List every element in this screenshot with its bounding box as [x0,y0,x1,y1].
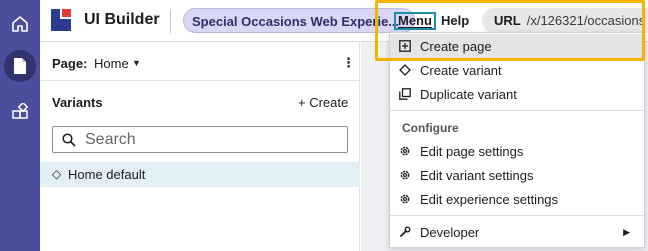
menu-item-create-variant[interactable]: Create variant [390,58,644,82]
variant-item-home-default[interactable]: ◇ Home default [40,162,360,187]
menu-item-label: Edit experience settings [420,191,559,207]
diamond-icon: ◇ [52,167,62,181]
search-box[interactable] [52,126,348,153]
menu-separator [390,110,644,111]
page-label: Page: [52,56,88,71]
create-variant-button[interactable]: + Create [298,95,348,110]
plus-square-icon [390,40,420,52]
variants-panel: Page: Home ▼ ⋮ Variants + Create ◇ Home … [40,42,360,251]
variants-heading: Variants [52,95,103,110]
menu-item-label: Duplicate variant [420,86,517,102]
widgets-icon [12,103,29,119]
gear-icon [390,169,420,181]
variant-label: Home default [68,167,146,182]
gear-icon [390,193,420,205]
help-button[interactable]: Help [441,13,469,28]
gear-icon [390,145,420,157]
widgets-nav-button[interactable] [4,96,36,128]
menu-item-label: Edit page settings [420,143,524,159]
diamond-icon [390,64,420,76]
search-icon [62,133,76,147]
submenu-arrow-icon: ▶ [623,226,630,237]
url-label: URL [494,13,521,28]
menu-item-edit-experience-settings[interactable]: Edit experience settings [390,187,644,211]
wrench-icon [390,226,420,238]
header-divider [170,9,171,33]
app-logo-icon [51,9,71,31]
left-nav-rail [0,0,40,251]
home-nav-button[interactable] [4,8,36,40]
search-input[interactable] [85,129,335,150]
pages-nav-button[interactable] [4,50,36,82]
page-select[interactable]: Home [94,56,129,71]
menu-item-label: Developer [420,224,480,240]
menu-item-edit-variant-settings[interactable]: Edit variant settings [390,163,644,187]
url-field[interactable]: URL/x/126321/occasions / [482,8,648,33]
caret-down-icon[interactable]: ▼ [132,58,141,68]
panel-divider [40,80,360,81]
menu-item-label: Edit variant settings [420,167,534,183]
menu-item-label: Create page [420,38,492,54]
experience-selector[interactable]: Special Occasions Web Experie... [183,8,415,33]
menu-item-label: Create variant [420,62,502,78]
copy-icon [390,88,420,100]
menu-item-create-page[interactable]: Create page [390,34,644,58]
more-options-icon[interactable]: ⋮ [342,55,355,71]
configure-section-heading: Configure [402,121,459,135]
menu-dropdown: Create page Create variant Duplicate var… [389,32,645,248]
document-icon [14,58,26,74]
menu-item-duplicate-variant[interactable]: Duplicate variant [390,82,644,106]
menu-button[interactable]: Menu [394,12,436,30]
menu-item-edit-page-settings[interactable]: Edit page settings [390,139,644,163]
url-value: /x/126321/occasions / [526,13,648,28]
app-title: UI Builder [84,11,160,28]
menu-item-developer[interactable]: Developer ▶ [390,220,644,244]
menu-separator [390,215,644,216]
home-icon [12,16,28,32]
